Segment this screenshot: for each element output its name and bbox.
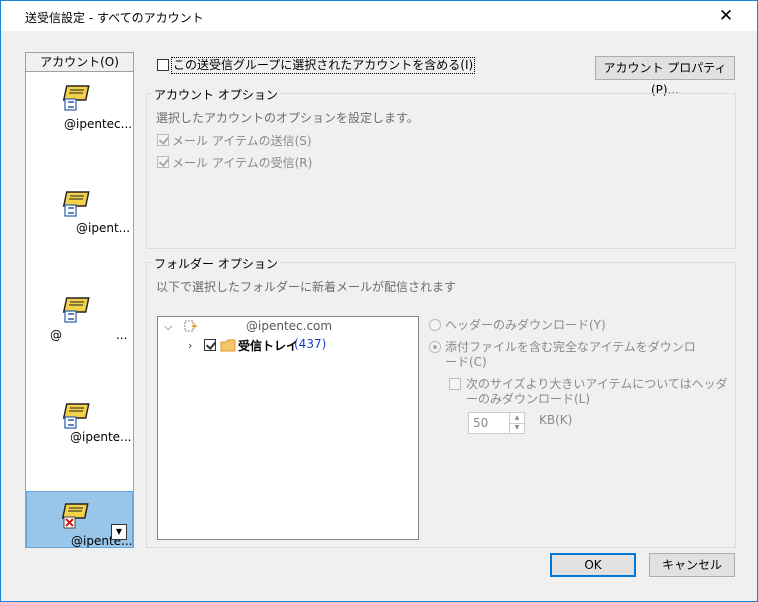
dialog-window: 送受信設定 - すべてのアカウント ✕ アカウント(O) @ipentec... <box>0 0 758 602</box>
account-send-receive-icon <box>62 85 90 111</box>
size-limit-checkbox[interactable] <box>449 378 461 390</box>
spinner-arrows[interactable]: ▲ ▼ <box>509 413 524 433</box>
folder-options-title: フォルダー オプション <box>152 255 280 272</box>
account-properties-button[interactable]: アカウント プロパティ(P)... <box>595 56 735 97</box>
account-send-receive-icon <box>62 403 90 429</box>
window-title: 送受信設定 - すべてのアカウント <box>25 11 204 25</box>
account-item-2[interactable]: @ipent... <box>26 178 133 278</box>
folder-options-description: 以下で選択したフォルダーに新着メールが配信されます <box>156 280 457 294</box>
inbox-folder-icon <box>220 339 236 352</box>
inbox-label[interactable]: 受信トレイ <box>238 337 298 354</box>
size-limit-spinner[interactable]: 50 ▲ ▼ <box>468 412 525 434</box>
account-item-5-selected[interactable]: @ipente... ▼ <box>26 491 133 548</box>
account-label: @ipent... <box>76 221 131 235</box>
account-item-4[interactable]: @ipente... <box>26 390 133 490</box>
include-account-label[interactable]: この送受信グループに選択されたアカウントを含める(I) <box>171 57 476 74</box>
full-download-radio[interactable] <box>429 341 441 353</box>
cancel-button[interactable]: キャンセル <box>649 553 735 577</box>
accounts-column-header[interactable]: アカウント(O) <box>25 52 134 72</box>
close-icon[interactable]: ✕ <box>715 5 737 27</box>
accounts-list[interactable]: @ipentec... @ipent... @ ... @ipente... @… <box>25 72 134 548</box>
tree-root-label[interactable]: @ipentec.com <box>246 319 332 333</box>
receive-mail-checkbox[interactable] <box>157 156 169 168</box>
spin-down-icon[interactable]: ▼ <box>510 423 524 433</box>
account-options-description: 選択したアカウントのオプションを設定します。 <box>156 111 419 125</box>
headers-only-radio[interactable] <box>429 319 441 331</box>
inbox-count: (437) <box>294 337 327 351</box>
chevron-right-icon[interactable]: › <box>188 339 192 352</box>
account-item-1[interactable]: @ipentec... <box>26 72 133 172</box>
account-send-receive-icon <box>62 297 90 323</box>
account-item-3[interactable]: @ ... <box>26 284 133 384</box>
include-account-checkbox[interactable] <box>157 59 169 71</box>
receive-mail-label: メール アイテムの受信(R) <box>172 156 313 170</box>
account-options-title: アカウント オプション <box>152 86 280 103</box>
send-mail-checkbox[interactable] <box>157 134 169 146</box>
folder-tree[interactable]: ⌵ @ipentec.com › 受信トレイ (437) <box>157 316 419 540</box>
account-disabled-icon <box>61 503 89 529</box>
size-limit-label-line2: ーのみダウンロード(L) <box>466 392 591 406</box>
account-label: @ipentec... <box>64 117 133 131</box>
account-label: @ipente... <box>70 430 132 444</box>
account-label-right: ... <box>116 328 128 342</box>
title-bar: 送受信設定 - すべてのアカウント ✕ <box>1 1 757 31</box>
account-dropdown-button[interactable]: ▼ <box>111 524 127 540</box>
ok-button[interactable]: OK <box>550 553 636 577</box>
inbox-checkbox[interactable] <box>204 339 216 351</box>
size-unit-label: KB(K) <box>539 413 573 427</box>
account-send-receive-icon <box>62 191 90 217</box>
send-mail-label: メール アイテムの送信(S) <box>172 134 312 148</box>
size-limit-value[interactable]: 50 <box>473 416 488 430</box>
headers-only-label: ヘッダーのみダウンロード(Y) <box>445 318 606 332</box>
full-download-label-line2: ード(C) <box>445 355 487 369</box>
account-label-left: @ <box>50 328 62 342</box>
mailbox-icon <box>184 320 197 332</box>
chevron-down-icon[interactable]: ⌵ <box>164 320 172 334</box>
